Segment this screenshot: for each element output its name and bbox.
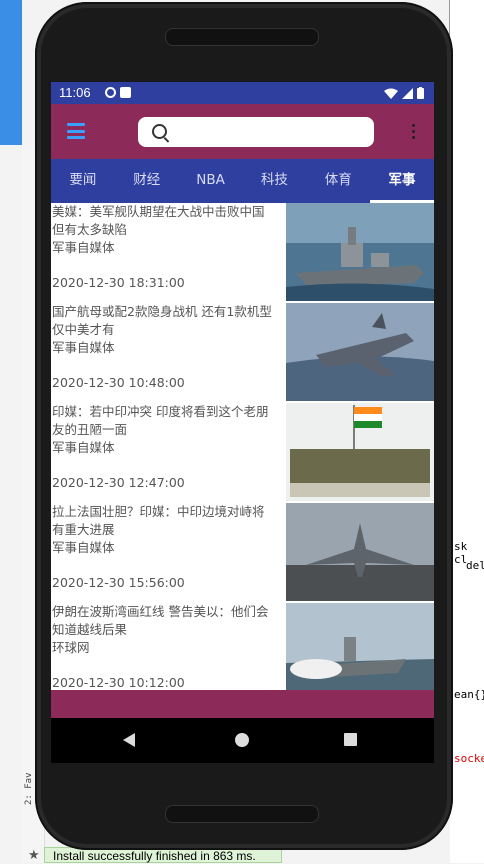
- hamburger-menu-icon[interactable]: [67, 123, 85, 139]
- notification-icons: [105, 87, 131, 98]
- news-title: 国产航母或配2款隐身战机 还有1款机型仅中美才有: [52, 304, 272, 337]
- news-date: 2020-12-30 10:48:00: [52, 375, 185, 390]
- speaker-grille-top: [165, 28, 319, 46]
- ide-code-line: ean{}: [454, 688, 484, 701]
- back-icon[interactable]: [123, 733, 135, 747]
- tab-caijing[interactable]: 财经: [115, 159, 179, 203]
- ide-code-line: socke: [454, 752, 484, 765]
- news-source: 军事自媒体: [52, 240, 115, 255]
- bottom-bar: [51, 690, 434, 718]
- status-bar: 11:06: [51, 82, 434, 104]
- star-icon: ★: [28, 848, 40, 863]
- news-title: 印媒：若中印冲突 印度将看到这个老朋友的丑陋一面: [52, 404, 269, 437]
- tab-keji[interactable]: 科技: [242, 159, 306, 203]
- news-date: 2020-12-30 10:12:00: [52, 675, 185, 690]
- tab-junshi[interactable]: 军事: [370, 159, 434, 203]
- tab-nba[interactable]: NBA: [179, 159, 243, 203]
- news-date: 2020-12-30 15:56:00: [52, 575, 185, 590]
- news-item[interactable]: 拉上法国壮胆？印媒：中印边境对峙将有重大进展 军事自媒体 2020-12-30 …: [51, 503, 434, 603]
- recent-apps-icon[interactable]: [344, 733, 357, 746]
- news-source: 军事自媒体: [52, 340, 115, 355]
- news-item[interactable]: 国产航母或配2款隐身战机 还有1款机型仅中美才有 军事自媒体 2020-12-3…: [51, 303, 434, 403]
- notification-icon: [120, 87, 131, 98]
- news-thumbnail: [286, 503, 434, 601]
- notification-icon: [105, 87, 116, 98]
- news-item[interactable]: 伊朗在波斯湾画红线 警告美以：他们会知道越线后果 环球网 2020-12-30 …: [51, 603, 434, 690]
- news-thumbnail: [286, 403, 434, 501]
- news-source: 军事自媒体: [52, 540, 115, 555]
- news-source: 环球网: [52, 640, 90, 655]
- news-thumbnail: [286, 203, 434, 301]
- tab-yaowen[interactable]: 要闻: [51, 159, 115, 203]
- news-item[interactable]: 美媒：美军舰队期望在大战中击败中国 但有太多缺陷 军事自媒体 2020-12-3…: [51, 203, 434, 303]
- ide-code-line: del: [466, 559, 484, 572]
- home-icon[interactable]: [235, 733, 249, 747]
- speaker-grille-bottom: [165, 805, 319, 823]
- news-title: 伊朗在波斯湾画红线 警告美以：他们会知道越线后果: [52, 604, 269, 637]
- news-thumbnail: [286, 603, 434, 690]
- battery-icon: [417, 87, 424, 99]
- search-box[interactable]: [138, 117, 374, 147]
- news-title: 拉上法国壮胆？印媒：中印边境对峙将有重大进展: [52, 504, 265, 537]
- ide-side-tab[interactable]: 2: Fav: [24, 772, 34, 805]
- news-date: 2020-12-30 18:31:00: [52, 275, 185, 290]
- system-navigation-bar: [51, 718, 434, 763]
- news-date: 2020-12-30 12:47:00: [52, 475, 185, 490]
- category-tabs: 要闻 财经 NBA 科技 体育 军事: [51, 159, 434, 203]
- news-source: 军事自媒体: [52, 440, 115, 455]
- overflow-menu-icon[interactable]: [412, 124, 416, 140]
- news-title: 美媒：美军舰队期望在大战中击败中国 但有太多缺陷: [52, 204, 265, 237]
- wifi-icon: [384, 88, 398, 99]
- system-icons: [384, 87, 424, 99]
- news-list: 美媒：美军舰队期望在大战中击败中国 但有太多缺陷 军事自媒体 2020-12-3…: [51, 203, 434, 690]
- app-toolbar: [51, 104, 434, 159]
- signal-icon: [402, 88, 413, 99]
- desktop-background: [0, 0, 22, 145]
- search-input[interactable]: [178, 121, 367, 145]
- ide-right-panel: [449, 0, 484, 515]
- tab-tiyu[interactable]: 体育: [306, 159, 370, 203]
- status-time: 11:06: [59, 85, 91, 100]
- news-thumbnail: [286, 303, 434, 401]
- news-item[interactable]: 印媒：若中印冲突 印度将看到这个老朋友的丑陋一面 军事自媒体 2020-12-3…: [51, 403, 434, 503]
- search-icon: [152, 124, 167, 139]
- phone-screen: 11:06 要闻 财经 NBA 科技 体育 军事 美媒：美军舰队期望在大战中击败…: [51, 82, 434, 763]
